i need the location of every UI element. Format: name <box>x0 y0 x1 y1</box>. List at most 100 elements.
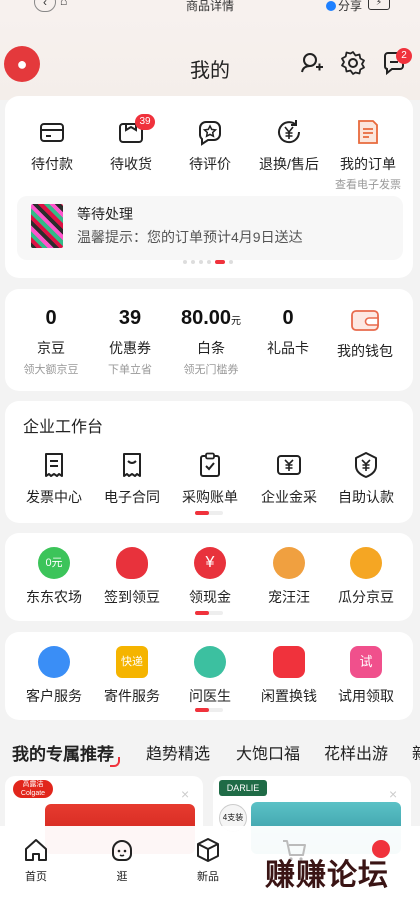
pending-notice[interactable]: 等待处理 温馨提示：您的订单预计4月9日送达 <box>17 196 403 260</box>
messages-badge: 2 <box>396 48 412 64</box>
headset-icon <box>38 646 70 678</box>
tab-new[interactable]: 新品 <box>178 836 238 884</box>
page-title: 我的 <box>190 60 230 82</box>
enterprise-yen-icon <box>277 455 301 475</box>
enterprise-card: 企业工作台 发票中心 电子合同 采购账单 企业金采 自助认款 <box>5 401 413 523</box>
order-item-label: 我的订单 <box>340 156 396 172</box>
new-product-box-icon <box>197 838 219 862</box>
trial-icon: 试 <box>350 646 382 678</box>
scroll-indicator <box>195 611 223 615</box>
orders-card: 待付款 待收货 39 待评价 退换/售后 我的订单 查看电子发票 等待处理 温馨… <box>5 96 413 278</box>
my-orders[interactable]: 我的订单 查看电子发票 <box>325 118 411 192</box>
e-contract[interactable]: 电子合同 <box>91 451 173 507</box>
activity-label: 瓜分京豆 <box>338 589 394 605</box>
activity-label: 宠汪汪 <box>268 589 310 605</box>
wallet-label: 京豆 <box>37 340 65 356</box>
order-item-label: 退换/售后 <box>259 156 319 172</box>
order-item-label: 待评价 <box>189 156 231 172</box>
order-list-icon <box>358 120 378 144</box>
activities-card: 0元 东东农场 签到领豆 ¥ 领现金 宠汪汪 瓜分京豆 <box>5 533 413 621</box>
farm-icon: 0元 <box>38 547 70 579</box>
tab-food[interactable]: 大饱口福 <box>236 740 300 764</box>
trial-claim[interactable]: 试 试用领取 <box>325 646 407 706</box>
order-pending-payment[interactable]: 待付款 <box>11 118 93 174</box>
wallet-gift-card[interactable]: 0 礼品卡 <box>248 307 328 358</box>
close-icon[interactable]: × <box>181 786 189 802</box>
resell-idle[interactable]: 闲置换钱 <box>248 646 330 706</box>
customer-service[interactable]: 客户服务 <box>13 646 95 706</box>
wallet-unit: 元 <box>231 316 242 327</box>
tab-more[interactable]: 新 <box>412 740 420 764</box>
receipt-badge: 39 <box>135 114 155 130</box>
wallet-coupons[interactable]: 39 优惠券 下单立省 <box>90 307 170 377</box>
dongdong-farm[interactable]: 0元 东东农场 <box>13 547 95 607</box>
enterprise-finance[interactable]: 企业金采 <box>248 451 330 507</box>
tab-explore[interactable]: 逛 <box>92 836 152 884</box>
purchase-bill[interactable]: 采购账单 <box>169 451 251 507</box>
get-cash[interactable]: ¥ 领现金 <box>169 547 251 607</box>
express-icon: 快递 <box>116 646 148 678</box>
order-item-label: 待收货 <box>110 156 152 172</box>
pet-wangwang[interactable]: 宠汪汪 <box>248 547 330 607</box>
scroll-indicator <box>195 511 223 515</box>
order-item-label: 待付款 <box>31 156 73 172</box>
enterprise-label: 电子合同 <box>104 489 160 505</box>
my-wallet[interactable]: 我的钱包 <box>325 307 405 361</box>
service-label: 客户服务 <box>26 688 82 704</box>
recycle-icon <box>273 646 305 678</box>
avatar[interactable]: ● <box>4 46 40 82</box>
review-star-icon <box>199 121 221 146</box>
ask-doctor[interactable]: 问医生 <box>169 646 251 706</box>
wallet-label: 白条 <box>197 340 225 356</box>
home-icon <box>25 839 47 861</box>
wallet-value: 80.00元 <box>180 307 242 329</box>
red-envelope-icon: ¥ <box>194 547 226 579</box>
beans-pile-icon <box>350 547 382 579</box>
contract-icon <box>123 453 141 477</box>
wallet-sub: 领大额京豆 <box>23 364 79 376</box>
shipping-service[interactable]: 快递 寄件服务 <box>91 646 173 706</box>
wallet-baitiao[interactable]: 80.00元 白条 领无门槛券 <box>169 307 253 377</box>
tab-home[interactable]: 首页 <box>6 836 66 884</box>
wallet-jingdou[interactable]: 0 京豆 领大额京豆 <box>11 307 91 377</box>
status-page-title: 商品详情 <box>185 0 234 13</box>
tab-travel[interactable]: 花样出游 <box>324 740 388 764</box>
doctor-icon <box>194 646 226 678</box>
enterprise-label: 企业金采 <box>261 489 317 505</box>
share-button[interactable]: 分享 <box>326 0 362 14</box>
refund-yen-icon <box>278 120 301 144</box>
service-label: 寄件服务 <box>104 688 160 704</box>
order-pending-receipt[interactable]: 待收货 <box>90 118 172 174</box>
enterprise-title: 企业工作台 <box>23 419 104 436</box>
self-payment-icon <box>355 452 377 478</box>
wallet-value: 39 <box>118 307 142 329</box>
services-card: 客户服务 快递 寄件服务 问医生 闲置换钱 试 试用领取 <box>5 632 413 720</box>
invoice-center[interactable]: 发票中心 <box>13 451 95 507</box>
pending-message: 温馨提示：您的订单预计4月9日送达 <box>77 229 303 245</box>
order-pending-review[interactable]: 待评价 <box>169 118 251 174</box>
service-label: 闲置换钱 <box>261 688 317 704</box>
tab-label: 逛 <box>116 871 128 883</box>
tab-label: 首页 <box>25 871 47 883</box>
darlie-logo: DARLIE <box>219 780 267 796</box>
checkin-beans[interactable]: 签到领豆 <box>91 547 173 607</box>
share-beans[interactable]: 瓜分京豆 <box>325 547 407 607</box>
settings-icon[interactable] <box>339 50 367 78</box>
watermark: 赚赚论坛 <box>265 858 389 893</box>
enterprise-label: 发票中心 <box>26 489 82 505</box>
tab-my-recommend[interactable]: 我的专属推荐 <box>12 740 120 767</box>
pending-title: 等待处理 <box>77 206 133 222</box>
order-refund-aftersale[interactable]: 退换/售后 <box>248 118 330 174</box>
wallet-label: 礼品卡 <box>267 340 309 356</box>
wallet-card: 0 京豆 领大额京豆 39 优惠券 下单立省 80.00元 白条 领无门槛券 0… <box>5 289 413 391</box>
battery-icon: ⚡ <box>368 0 390 10</box>
wallet-sub: 下单立省 <box>108 364 152 376</box>
tab-trending[interactable]: 趋势精选 <box>146 740 210 764</box>
purchase-bill-icon <box>200 452 220 477</box>
add-friend-icon[interactable] <box>298 50 326 78</box>
enterprise-label: 自助认款 <box>338 489 394 505</box>
home-small-icon[interactable]: ⌂ <box>60 0 76 10</box>
close-icon[interactable]: × <box>389 786 397 802</box>
share-label: 分享 <box>338 0 363 13</box>
self-payment[interactable]: 自助认款 <box>325 451 407 507</box>
